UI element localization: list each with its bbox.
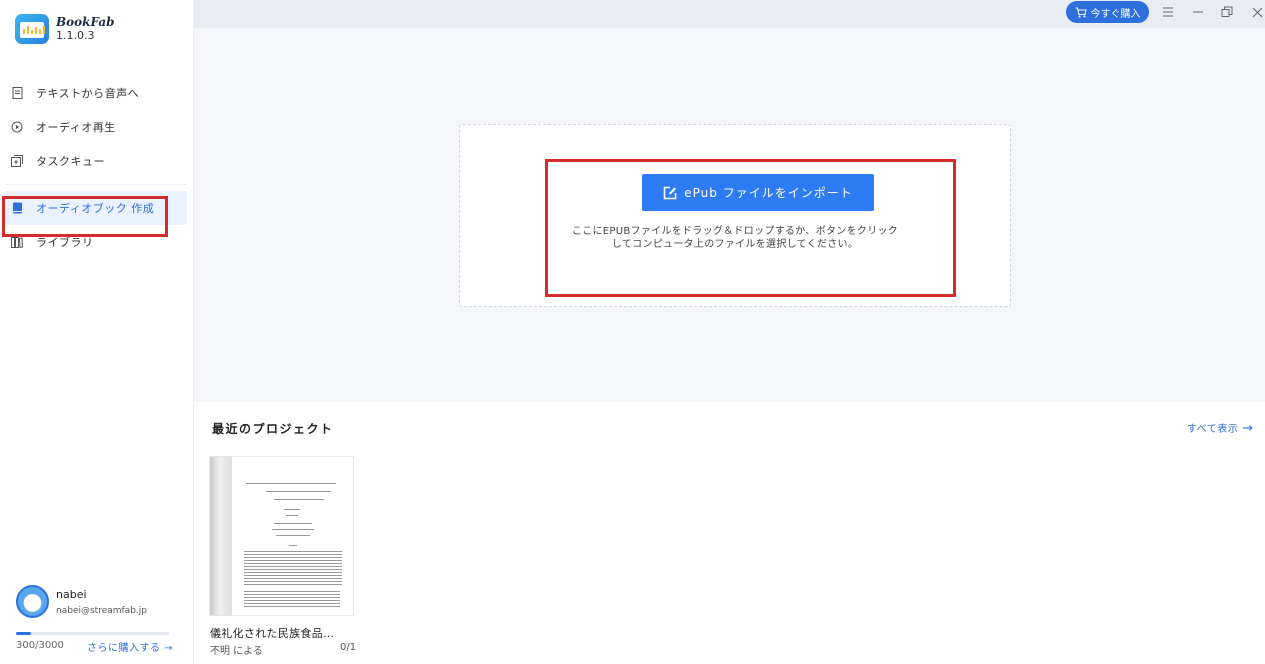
import-button-label: ePub ファイルをインポート <box>684 186 853 200</box>
view-all-link[interactable]: すべて表示 → <box>1187 420 1254 436</box>
recent-projects-panel <box>194 402 1265 664</box>
nav-divider <box>6 184 187 185</box>
minimize-icon[interactable] <box>1190 4 1206 20</box>
sidebar-item-label: タスクキュー <box>36 155 105 168</box>
project-thumbnail[interactable] <box>209 456 354 616</box>
library-icon <box>11 236 23 248</box>
drop-hint-line-2: してコンピュータ上のファイルを選択してください。 <box>611 239 859 250</box>
sidebar: BookFab 1.1.0.3 テキストから音声へ オーディオ再生 タスクキュー <box>0 0 194 664</box>
sidebar-item-library[interactable]: ライブラリ <box>0 225 193 259</box>
drop-hint-text: ここにEPUBファイルをドラッグ＆ドロップするか、ボタンをクリック してコンピュ… <box>549 225 921 251</box>
brand: BookFab 1.1.0.3 <box>15 14 115 44</box>
sidebar-item-audiobook-create[interactable]: オーディオブック 作成 <box>4 191 187 225</box>
document-icon <box>11 87 23 99</box>
sidebar-item-label: ライブラリ <box>36 236 94 249</box>
restore-icon[interactable] <box>1219 4 1235 20</box>
recent-projects-title: 最近のプロジェクト <box>212 422 334 436</box>
document-preview-image <box>234 463 352 613</box>
edit-icon <box>663 186 677 199</box>
view-all-label: すべて表示 <box>1187 424 1239 435</box>
sidebar-item-task-queue[interactable]: タスクキュー <box>0 144 193 178</box>
user-profile[interactable]: nabei nabei@streamfab.jp <box>16 585 147 618</box>
buy-now-label: 今すぐ購入 <box>1090 8 1141 20</box>
project-name: 儀礼化された民族食品… <box>210 627 335 640</box>
sidebar-item-label: テキストから音声へ <box>36 87 140 100</box>
arrow-right-icon: → <box>1242 421 1254 436</box>
user-email: nabei@streamfab.jp <box>56 605 147 616</box>
import-epub-button[interactable]: ePub ファイルをインポート <box>642 174 874 211</box>
quota-progress-fill <box>16 632 32 635</box>
sidebar-item-audio-playback[interactable]: オーディオ再生 <box>0 110 193 144</box>
menu-icon[interactable] <box>1160 4 1176 20</box>
app-name: BookFab <box>56 15 115 29</box>
buy-now-button[interactable]: 今すぐ購入 <box>1066 1 1149 23</box>
quota-text: 300/3000 <box>16 640 64 651</box>
sidebar-nav: テキストから音声へ オーディオ再生 タスクキュー オーディオブック 作成 ライブ… <box>0 76 193 259</box>
avatar <box>16 585 49 618</box>
book-icon <box>11 202 23 214</box>
quota-progress-bar <box>16 632 170 635</box>
cart-icon <box>1075 7 1087 17</box>
app-version: 1.1.0.3 <box>56 29 95 42</box>
project-progress: 0/1 <box>340 642 357 653</box>
close-icon[interactable] <box>1249 4 1265 20</box>
drop-hint-line-1: ここにEPUBファイルをドラッグ＆ドロップするか、ボタンをクリック <box>571 226 899 237</box>
project-author: 不明 による <box>210 646 263 657</box>
sidebar-item-label: オーディオブック 作成 <box>36 202 155 215</box>
play-circle-icon <box>11 121 23 133</box>
user-name: nabei <box>56 587 87 601</box>
epub-drop-zone[interactable] <box>459 124 1011 307</box>
app-logo <box>15 14 49 44</box>
sidebar-item-label: オーディオ再生 <box>36 121 116 134</box>
sidebar-item-text-to-speech[interactable]: テキストから音声へ <box>0 76 193 110</box>
buy-more-link[interactable]: さらに購入する → <box>87 639 173 654</box>
task-queue-icon <box>11 155 23 167</box>
title-bar: 今すぐ購入 <box>194 0 1265 28</box>
